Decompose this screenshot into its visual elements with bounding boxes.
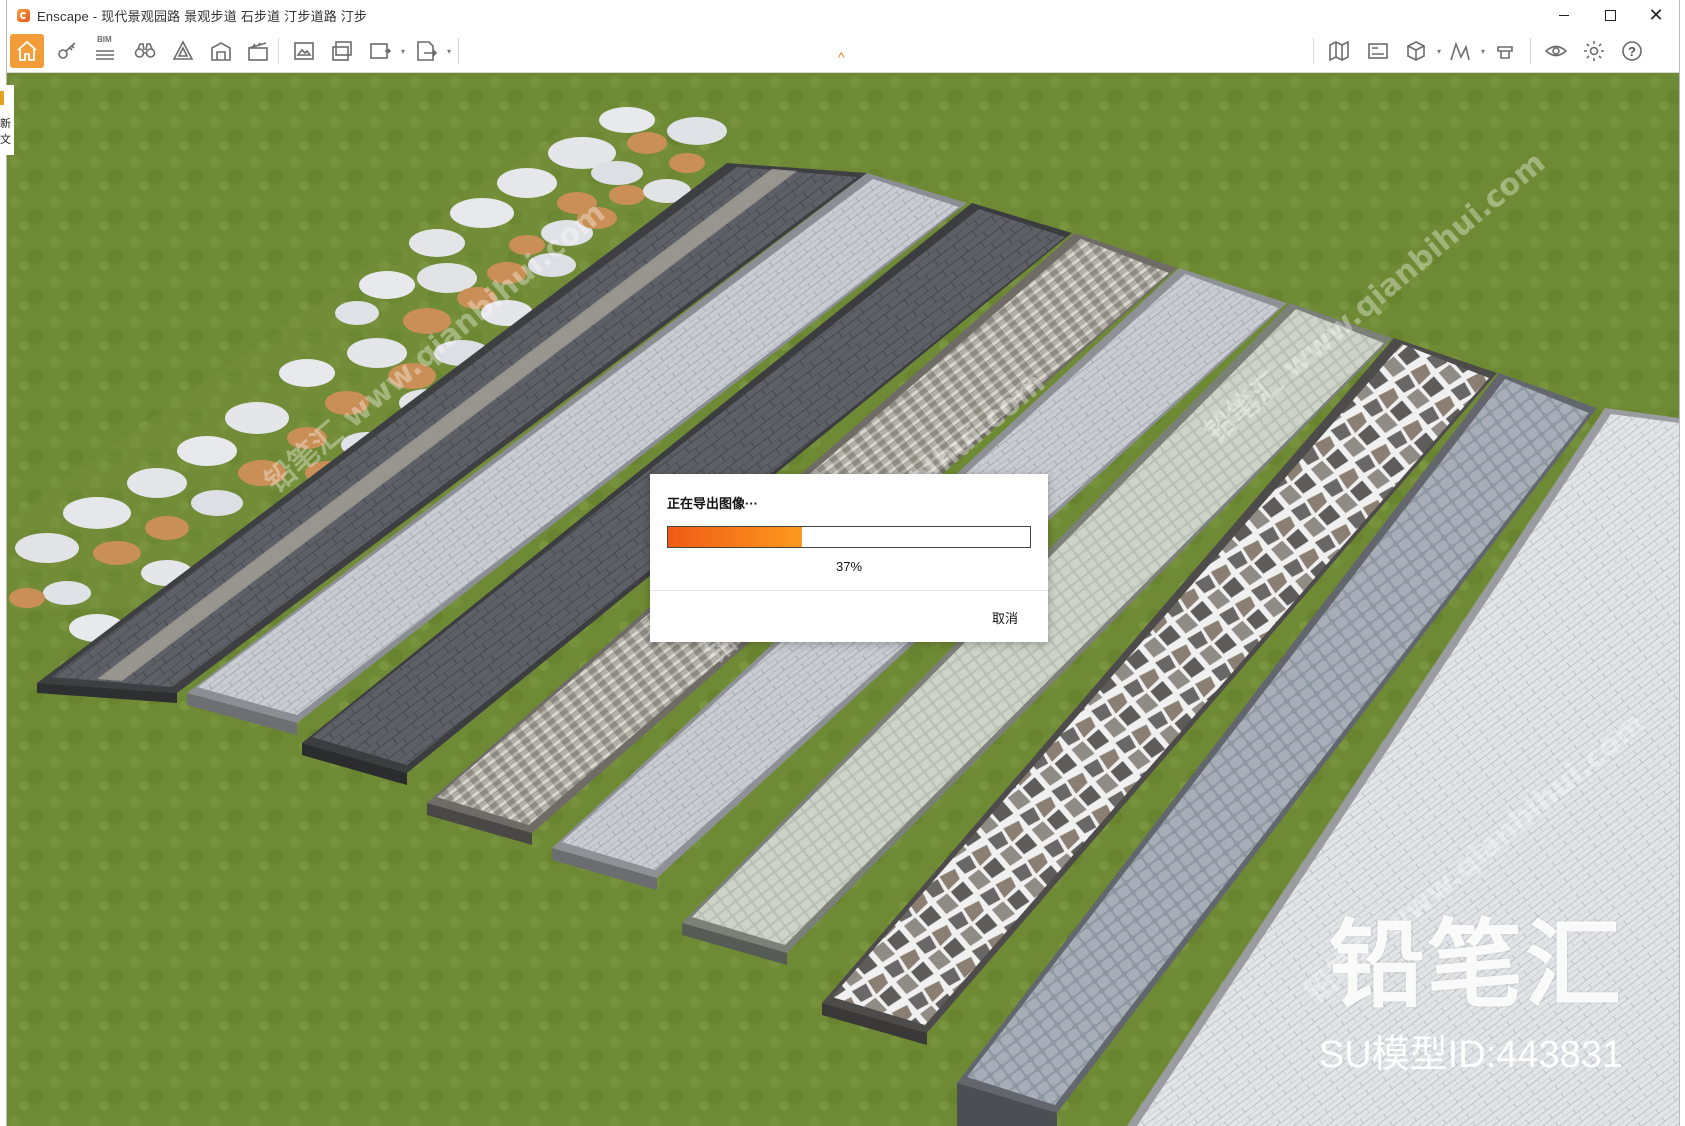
bim-button[interactable]: BIM — [88, 34, 122, 68]
render-image-button[interactable] — [287, 34, 321, 68]
asset-library-icon — [172, 40, 194, 60]
batch-render-button[interactable] — [325, 34, 359, 68]
progress-percent: 37% — [835, 559, 863, 574]
binoculars-icon — [134, 43, 156, 58]
export-exe-button[interactable]: ▾ — [409, 34, 451, 68]
maximize-icon — [1604, 9, 1616, 21]
side-panel-char: 新 — [0, 118, 11, 130]
clapper-button[interactable] — [241, 34, 275, 68]
settings-button[interactable] — [1577, 34, 1611, 68]
title-bar[interactable]: Enscape - 现代景观园路 景观步道 石步道 汀步道路 汀步 ✕ — [7, 0, 1679, 30]
eye-icon — [1544, 45, 1568, 57]
chevron-down-icon: ▾ — [400, 47, 405, 56]
help-label: ? — [1628, 43, 1636, 59]
panorama-360-icon — [370, 43, 392, 59]
maximize-button[interactable] — [1587, 0, 1633, 30]
panel-accent-mark — [0, 91, 4, 105]
video-editor-button[interactable] — [1361, 34, 1395, 68]
dialog-title: 正在导出图像··· — [667, 496, 758, 511]
map-button[interactable] — [1322, 34, 1356, 68]
close-icon: ✕ — [1648, 4, 1664, 26]
app-window: Enscape - 现代景观园路 景观步道 石步道 汀步道路 汀步 ✕ BIM — [0, 0, 1679, 1126]
material-editor-icon — [211, 42, 231, 61]
home-icon — [17, 40, 37, 61]
side-panel-char: 文 — [0, 134, 11, 146]
toolbar-separator — [458, 38, 459, 64]
render-image-icon — [294, 42, 314, 60]
export-exe-icon — [417, 41, 438, 61]
toolbar-separator — [1313, 38, 1314, 64]
progress-bar — [667, 526, 1031, 548]
key-icon — [58, 42, 76, 59]
enscape-logo-icon — [17, 8, 30, 22]
side-panel-stub[interactable]: 新 文 — [0, 85, 14, 155]
watermark-model-id: SU模型ID:443831 — [1318, 1034, 1623, 1076]
cube-view-icon — [1407, 41, 1425, 61]
close-button[interactable]: ✕ — [1633, 0, 1679, 30]
collapse-toolbar-arrow[interactable]: ^ — [838, 50, 845, 64]
chevron-down-icon: ▾ — [446, 47, 451, 56]
export-progress-dialog: 正在导出图像··· 37% 取消 — [650, 474, 1048, 642]
chart-button[interactable]: ▾ — [1443, 34, 1485, 68]
chevron-down-icon: ▾ — [1480, 47, 1485, 56]
material-editor-button[interactable] — [204, 34, 238, 68]
key-button[interactable] — [50, 34, 84, 68]
settings-gear-icon — [1584, 41, 1604, 61]
progress-fill — [668, 527, 802, 547]
batch-render-icon — [332, 41, 352, 61]
help-button[interactable]: ? — [1615, 34, 1649, 68]
binoculars-button[interactable] — [128, 34, 162, 68]
toolbar: BIM ▾ ▾ ^ ▾ ▾ ? — [7, 30, 1679, 73]
chart-icon — [1450, 41, 1470, 61]
bim-label: BIM — [97, 35, 112, 44]
map-icon — [1329, 40, 1349, 62]
cube-view-button[interactable]: ▾ — [1399, 34, 1441, 68]
visual-settings-icon — [1497, 46, 1513, 59]
minimize-icon — [1559, 14, 1569, 16]
panorama-button[interactable]: ▾ — [363, 34, 405, 68]
dialog-divider — [650, 590, 1048, 591]
asset-library-button[interactable] — [166, 34, 200, 68]
watermark-brand: 铅笔汇 — [1329, 909, 1623, 1021]
clapper-icon — [248, 42, 268, 61]
video-editor-icon — [1368, 43, 1388, 59]
minimize-button[interactable] — [1541, 0, 1587, 30]
eye-button[interactable] — [1539, 34, 1573, 68]
cancel-button[interactable]: 取消 — [992, 608, 1018, 627]
toolbar-separator — [278, 38, 279, 64]
home-button[interactable] — [10, 34, 44, 68]
toolbar-separator — [1530, 38, 1531, 64]
chevron-down-icon: ▾ — [1436, 47, 1441, 56]
window-controls: ✕ — [1541, 0, 1679, 30]
visual-settings-button[interactable] — [1488, 34, 1522, 68]
window-title: Enscape - 现代景观园路 景观步道 石步道 汀步道路 汀步 — [37, 8, 368, 24]
